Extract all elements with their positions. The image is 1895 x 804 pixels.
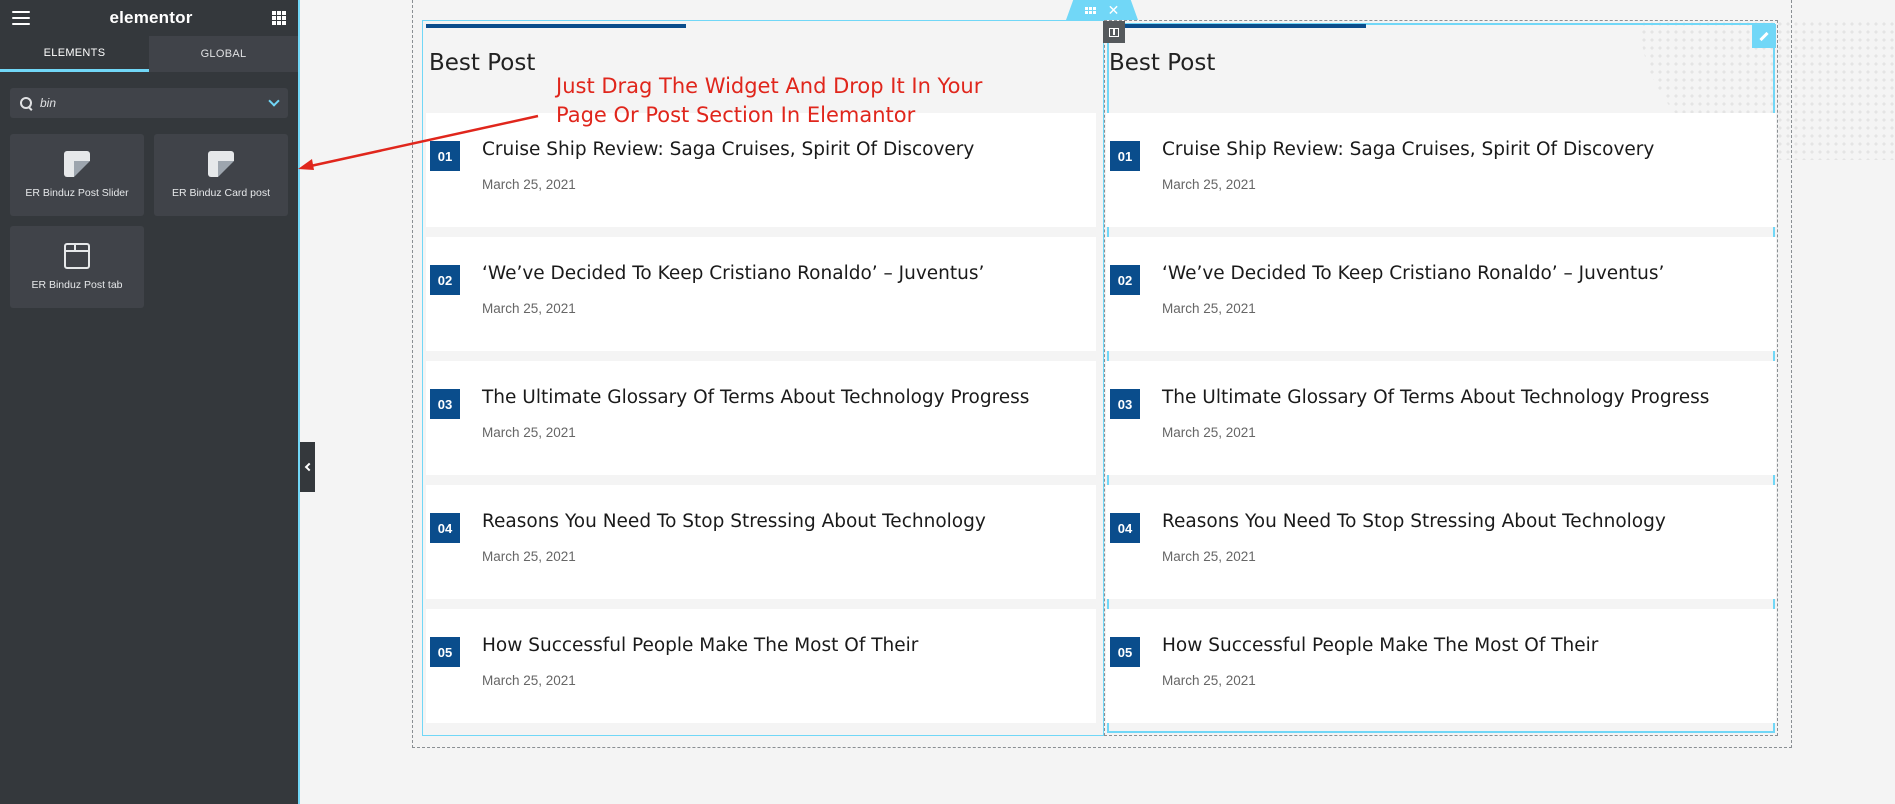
list-item[interactable]: 05 How Successful People Make The Most O… (426, 609, 1096, 723)
annotation-line-1: Just Drag The Widget And Drop It In Your (556, 74, 983, 98)
post-title[interactable]: Reasons You Need To Stop Stressing About… (1162, 511, 1666, 532)
tab-global[interactable]: GLOBAL (149, 36, 298, 72)
list-item[interactable]: 03 The Ultimate Glossary Of Terms About … (1106, 361, 1776, 475)
post-number: 02 (430, 265, 460, 295)
tab-icon (64, 243, 90, 269)
menu-icon[interactable] (12, 11, 30, 25)
collapse-panel-button[interactable] (300, 442, 315, 492)
widget-er-binduz-post-tab[interactable]: ER Binduz Post tab (10, 226, 144, 308)
post-date: March 25, 2021 (1162, 301, 1256, 316)
search-input[interactable] (40, 96, 270, 110)
widget-label: ER Binduz Card post (171, 187, 271, 199)
post-date: March 25, 2021 (482, 673, 576, 688)
post-number: 04 (430, 513, 460, 543)
post-title[interactable]: The Ultimate Glossary Of Terms About Tec… (1162, 387, 1709, 408)
tab-elements[interactable]: ELEMENTS (0, 36, 149, 72)
elementor-logo: elementor (109, 8, 193, 27)
post-title[interactable]: Reasons You Need To Stop Stressing About… (482, 511, 986, 532)
post-title[interactable]: ‘We’ve Decided To Keep Cristiano Ronaldo… (1162, 263, 1664, 284)
pencil-icon (1759, 31, 1769, 41)
post-number: 01 (1110, 141, 1140, 171)
post-date: March 25, 2021 (1162, 425, 1256, 440)
post-number: 04 (1110, 513, 1140, 543)
edit-widget-button[interactable] (1752, 24, 1776, 48)
search-icon (20, 97, 32, 109)
title-accent-bar (1106, 24, 1366, 28)
best-post-widget-left: Best Post (426, 24, 1096, 76)
post-number: 05 (1110, 637, 1140, 667)
post-number: 03 (1110, 389, 1140, 419)
best-post-widget-right: Best Post (1106, 24, 1776, 76)
post-title[interactable]: How Successful People Make The Most Of T… (482, 635, 918, 656)
annotation-arrow (298, 114, 539, 170)
list-item[interactable]: 05 How Successful People Make The Most O… (1106, 609, 1776, 723)
section-handle[interactable]: ✕ (1066, 0, 1138, 20)
widget-search (10, 88, 288, 118)
list-item[interactable]: 03 The Ultimate Glossary Of Terms About … (426, 361, 1096, 475)
post-number: 05 (430, 637, 460, 667)
column-icon[interactable] (1103, 21, 1125, 43)
list-item[interactable]: 02 ‘We’ve Decided To Keep Cristiano Rona… (1106, 237, 1776, 351)
apps-grid-icon[interactable] (272, 11, 286, 25)
chevron-down-icon[interactable] (268, 95, 280, 107)
post-title[interactable]: The Ultimate Glossary Of Terms About Tec… (482, 387, 1029, 408)
post-date: March 25, 2021 (482, 425, 576, 440)
list-item[interactable]: 04 Reasons You Need To Stop Stressing Ab… (426, 485, 1096, 599)
post-number: 03 (430, 389, 460, 419)
post-date: March 25, 2021 (1162, 549, 1256, 564)
widget-list: ER Binduz Post Slider ER Binduz Card pos… (10, 134, 288, 308)
post-icon (208, 151, 234, 177)
list-item[interactable]: 01 Cruise Ship Review: Saga Cruises, Spi… (1106, 113, 1776, 227)
widget-er-binduz-card-post[interactable]: ER Binduz Card post (154, 134, 288, 216)
list-item[interactable]: 04 Reasons You Need To Stop Stressing Ab… (1106, 485, 1776, 599)
panel-header: elementor (0, 0, 298, 36)
panel-tabs: ELEMENTS GLOBAL (0, 36, 298, 72)
widget-label: ER Binduz Post tab (31, 279, 123, 291)
post-icon (64, 151, 90, 177)
widget-label: ER Binduz Post Slider (25, 187, 129, 199)
post-date: March 25, 2021 (1162, 177, 1256, 192)
post-number: 02 (1110, 265, 1140, 295)
instruction-annotation: Just Drag The Widget And Drop It In Your… (556, 72, 982, 130)
title-accent-bar (426, 24, 686, 28)
drag-handle-icon[interactable] (1084, 6, 1096, 14)
widget-title: Best Post (1109, 50, 1216, 76)
close-icon[interactable]: ✕ (1108, 2, 1120, 19)
widget-er-binduz-post-slider[interactable]: ER Binduz Post Slider (10, 134, 144, 216)
post-title[interactable]: ‘We’ve Decided To Keep Cristiano Ronaldo… (482, 263, 984, 284)
list-item[interactable]: 02 ‘We’ve Decided To Keep Cristiano Rona… (426, 237, 1096, 351)
elementor-panel: elementor ELEMENTS GLOBAL ER Binduz Post… (0, 0, 300, 804)
annotation-line-2: Page Or Post Section In Elemantor (556, 103, 916, 127)
post-title[interactable]: Cruise Ship Review: Saga Cruises, Spirit… (1162, 139, 1654, 160)
post-date: March 25, 2021 (482, 549, 576, 564)
post-date: March 25, 2021 (482, 301, 576, 316)
chevron-left-icon (304, 462, 314, 472)
post-date: March 25, 2021 (1162, 673, 1256, 688)
post-title[interactable]: How Successful People Make The Most Of T… (1162, 635, 1598, 656)
